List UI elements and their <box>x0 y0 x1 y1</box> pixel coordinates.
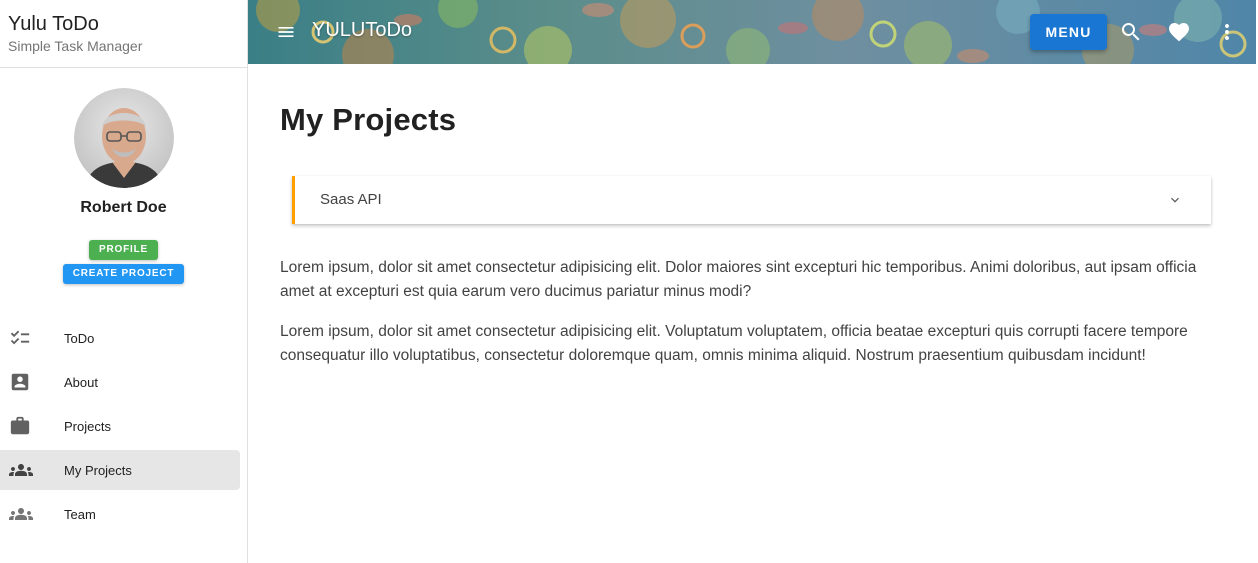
nav-item-label: ToDo <box>64 330 95 346</box>
chevron-down-icon[interactable] <box>1167 192 1183 208</box>
nav-item-label: Projects <box>64 418 111 434</box>
create-project-button[interactable]: CREATE PROJECT <box>62 264 185 284</box>
app-title: YULUToDo <box>312 19 413 41</box>
account-box-icon <box>0 371 64 393</box>
nav-list: ToDo About Projects My Projects Team <box>0 318 248 538</box>
user-name: Robert Doe <box>80 199 167 216</box>
avatar[interactable] <box>73 88 174 188</box>
nav-item-projects[interactable]: Projects <box>0 406 240 446</box>
checklist-icon <box>0 327 64 349</box>
content-paragraph: Lorem ipsum, dolor sit amet consectetur … <box>280 259 1197 300</box>
navigation-drawer: Yulu ToDo Simple Task Manager Robert Doe… <box>0 0 248 563</box>
content-paragraph: Lorem ipsum, dolor sit amet consectetur … <box>280 323 1188 364</box>
menu-button[interactable]: MENU <box>1030 14 1107 50</box>
brand-title: Yulu ToDo <box>8 13 99 35</box>
profile-section: Robert Doe PROFILE CREATE PROJECT <box>0 88 247 284</box>
nav-item-team[interactable]: Team <box>0 494 240 534</box>
brand-subtitle: Simple Task Manager <box>8 38 143 54</box>
heart-icon[interactable] <box>1167 20 1191 44</box>
nav-item-about[interactable]: About <box>0 362 240 402</box>
group-icon <box>0 458 64 482</box>
briefcase-icon <box>0 415 64 437</box>
app-root: Yulu ToDo Simple Task Manager Robert Doe… <box>0 0 1258 563</box>
page-title: My Projects <box>280 102 457 137</box>
nav-item-label: Team <box>64 506 96 522</box>
brand-header: Yulu ToDo Simple Task Manager <box>0 0 247 68</box>
nav-item-todo[interactable]: ToDo <box>0 318 240 358</box>
menu-icon[interactable] <box>276 22 296 42</box>
profile-button[interactable]: PROFILE <box>89 240 158 260</box>
expansion-panel-saas-api[interactable]: Saas API <box>292 176 1211 224</box>
group-icon <box>0 502 64 526</box>
app-bar: YULUToDo MENU <box>248 0 1256 64</box>
nav-item-my-projects[interactable]: My Projects <box>0 450 240 490</box>
nav-item-label: About <box>64 374 98 390</box>
more-vert-icon[interactable] <box>1215 20 1239 44</box>
search-icon[interactable] <box>1119 20 1143 44</box>
expansion-panel-title: Saas API <box>320 191 382 208</box>
main-content: My Projects Saas API Lorem ipsum, dolor … <box>280 64 1212 368</box>
nav-item-label: My Projects <box>64 462 132 478</box>
